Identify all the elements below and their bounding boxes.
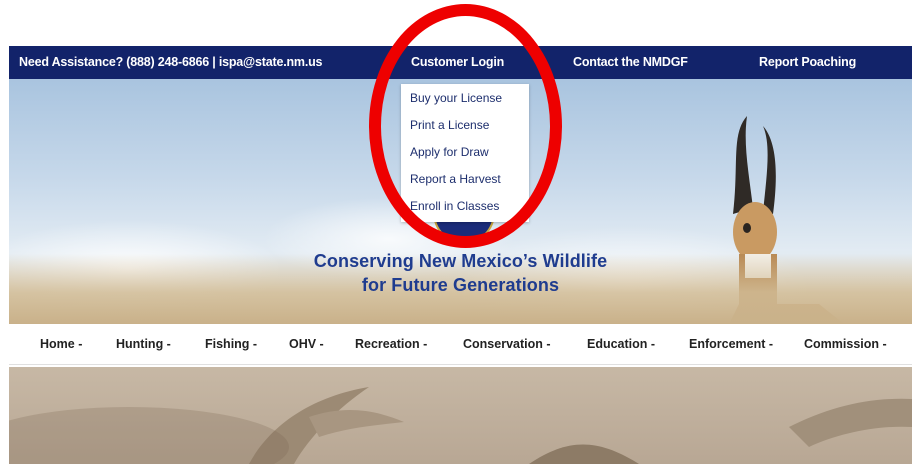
nav-item-hunting[interactable]: Hunting - [116, 337, 171, 351]
nav-item-enforcement[interactable]: Enforcement - [689, 337, 773, 351]
antler-silhouette [9, 387, 912, 464]
nav-item-education[interactable]: Education - [587, 337, 655, 351]
report-poaching-link[interactable]: Report Poaching [759, 55, 856, 69]
assistance-contact[interactable]: Need Assistance? (888) 248-6866 | ispa@s… [19, 55, 322, 69]
antler-photo [9, 367, 912, 464]
contact-nmdgf-link[interactable]: Contact the NMDGF [573, 55, 688, 69]
nav-item-ohv[interactable]: OHV - [289, 337, 324, 351]
main-navigation: Home - Hunting - Fishing - OHV - Recreat… [9, 324, 912, 365]
nav-item-fishing[interactable]: Fishing - [205, 337, 257, 351]
nav-item-recreation[interactable]: Recreation - [355, 337, 427, 351]
nav-item-conservation[interactable]: Conservation - [463, 337, 551, 351]
hero-tagline-line1: Conserving New Mexico’s Wildlife [313, 251, 608, 271]
nav-item-home[interactable]: Home - [40, 337, 82, 351]
nav-item-commission[interactable]: Commission - [804, 337, 887, 351]
hero-tagline-line2: for Future Generations [361, 275, 560, 295]
highlight-circle-annotation [369, 4, 562, 248]
